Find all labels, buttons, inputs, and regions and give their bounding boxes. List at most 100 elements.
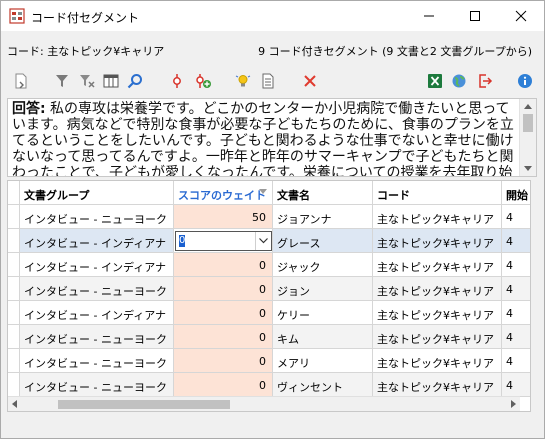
code-marker-button[interactable] (167, 71, 187, 91)
cell-doc[interactable]: ヴィンセント (273, 373, 373, 397)
segment-text-pane[interactable]: 回答: 私の専攻は栄養学です。どこかのセンターか小児病院で働きたいと思っています… (7, 98, 537, 177)
table-row[interactable]: インタビュー - ニューヨーク 0 キム 主なトピック¥キャリア 4 (8, 325, 530, 349)
cell-doc[interactable]: ジョアンナ (273, 205, 373, 229)
cell-group[interactable]: インタビュー - ニューヨーク (20, 205, 174, 229)
report-icon (262, 73, 274, 89)
cell-code[interactable]: 主なトピック¥キャリア (373, 253, 502, 277)
table-row[interactable]: インタビュー - ニューヨーク 0 ジョン 主なトピック¥キャリア 4 (8, 277, 530, 301)
column-header-weight[interactable]: スコアのウェイト (174, 181, 273, 205)
cell-code[interactable]: 主なトピック¥キャリア (373, 349, 502, 373)
column-header-start[interactable]: 開始 (502, 181, 530, 205)
cell-doc[interactable]: ジョン (273, 277, 373, 301)
cell-group[interactable]: インタビュー - インディアナ (20, 301, 174, 325)
cell-code[interactable]: 主なトピック¥キャリア (373, 301, 502, 325)
cell-group[interactable]: インタビュー - インディアナ (20, 253, 174, 277)
code-marker-icon (173, 74, 181, 88)
export-button[interactable] (475, 71, 495, 91)
weight-editor-combobox[interactable]: 0 (175, 231, 272, 251)
table-row[interactable]: インタビュー - ニューヨーク 0 ヴィンセント 主なトピック¥キャリア 4 (8, 373, 530, 397)
row-selector[interactable] (8, 277, 20, 301)
web-export-button[interactable] (449, 71, 469, 91)
document-arrow-button[interactable] (11, 71, 31, 91)
scroll-thumb[interactable] (523, 114, 533, 132)
cell-weight[interactable]: 0 (174, 229, 273, 253)
cell-start[interactable]: 4 (502, 229, 530, 253)
close-button[interactable] (498, 1, 544, 31)
scroll-down-icon[interactable] (524, 166, 532, 171)
row-selector[interactable] (8, 325, 20, 349)
delete-icon (304, 75, 316, 87)
cell-start[interactable]: 4 (502, 253, 530, 277)
table-row[interactable]: インタビュー - インディアナ 0 ケリー 主なトピック¥キャリア 4 (8, 301, 530, 325)
coded-segments-window: コード付セグメント コード: 主なトピック¥キャリア 9 コード付きセグメント … (0, 0, 545, 439)
cell-doc[interactable]: キム (273, 325, 373, 349)
sort-descending-icon (259, 189, 267, 194)
cell-start[interactable]: 4 (502, 373, 530, 397)
weight-editor-value[interactable]: 0 (179, 235, 185, 247)
table-row[interactable]: インタビュー - ニューヨーク 50 ジョアンナ 主なトピック¥キャリア 4 (8, 205, 530, 229)
cell-code[interactable]: 主なトピック¥キャリア (373, 229, 502, 253)
cell-code[interactable]: 主なトピック¥キャリア (373, 277, 502, 301)
cell-start[interactable]: 4 (502, 205, 530, 229)
info-button[interactable] (515, 71, 535, 91)
cell-weight[interactable]: 0 (174, 373, 273, 397)
cell-weight[interactable]: 0 (174, 325, 273, 349)
cell-group[interactable]: インタビュー - ニューヨーク (20, 325, 174, 349)
excel-icon (428, 74, 442, 88)
column-header-document[interactable]: 文書名 (273, 181, 373, 205)
cell-code[interactable]: 主なトピック¥キャリア (373, 373, 502, 397)
cell-start[interactable]: 4 (502, 277, 530, 301)
column-header-code[interactable]: コード (373, 181, 502, 205)
scroll-left-icon[interactable] (12, 400, 17, 408)
columns-button[interactable] (101, 71, 121, 91)
table-row[interactable]: インタビュー - インディアナ 0 ジャック 主なトピック¥キャリア 4 (8, 253, 530, 277)
clear-filter-button[interactable] (77, 71, 97, 91)
cell-group[interactable]: インタビュー - ニューヨーク (20, 277, 174, 301)
cell-group[interactable]: インタビュー - インディアナ (20, 229, 174, 253)
segment-text-label: 回答: (12, 101, 46, 117)
row-selector[interactable] (8, 301, 20, 325)
search-button[interactable] (125, 71, 145, 91)
column-header-group[interactable]: 文書グループ (20, 181, 174, 205)
cell-start[interactable]: 4 (502, 349, 530, 373)
row-selector[interactable] (8, 205, 20, 229)
cell-doc[interactable]: メアリ (273, 349, 373, 373)
minimize-button[interactable] (406, 1, 452, 31)
dropdown-button[interactable] (255, 232, 271, 250)
cell-weight[interactable]: 50 (174, 205, 273, 229)
maximize-button[interactable] (452, 1, 498, 31)
cell-weight[interactable]: 0 (174, 349, 273, 373)
search-icon (127, 74, 142, 89)
table-row[interactable]: インタビュー - インディアナ 0 グレース 主なトピック¥キャリア 4 (8, 229, 530, 253)
cell-start[interactable]: 4 (502, 301, 530, 325)
excel-export-button[interactable] (425, 71, 445, 91)
cell-group[interactable]: インタビュー - ニューヨーク (20, 373, 174, 397)
report-button[interactable] (258, 71, 278, 91)
cell-start[interactable]: 4 (502, 325, 530, 349)
cell-weight[interactable]: 0 (174, 277, 273, 301)
segment-text-body: 私の専攻は栄養学です。どこかのセンターか小児病院で働きたいと思っています。病気な… (12, 101, 514, 177)
scroll-up-icon[interactable] (524, 104, 532, 109)
horizontal-scroll-thumb[interactable] (58, 400, 230, 409)
row-selector[interactable] (8, 229, 20, 253)
cell-doc[interactable]: ジャック (273, 253, 373, 277)
scroll-right-icon[interactable] (511, 400, 516, 408)
cell-weight[interactable]: 0 (174, 253, 273, 277)
cell-weight[interactable]: 0 (174, 301, 273, 325)
cell-doc[interactable]: ケリー (273, 301, 373, 325)
cell-code[interactable]: 主なトピック¥キャリア (373, 325, 502, 349)
cell-code[interactable]: 主なトピック¥キャリア (373, 205, 502, 229)
row-selector[interactable] (8, 253, 20, 277)
lightbulb-button[interactable] (233, 71, 253, 91)
row-selector[interactable] (8, 373, 20, 397)
cell-group[interactable]: インタビュー - ニューヨーク (20, 349, 174, 373)
row-selector[interactable] (8, 349, 20, 373)
close-icon (515, 10, 527, 22)
delete-button[interactable] (300, 71, 320, 91)
horizontal-scrollbar[interactable] (8, 396, 520, 411)
text-vertical-scrollbar[interactable] (519, 99, 536, 176)
table-row[interactable]: インタビュー - ニューヨーク 0 メアリ 主なトピック¥キャリア 4 (8, 349, 530, 373)
cell-doc[interactable]: グレース (273, 229, 373, 253)
filter-button[interactable] (52, 71, 72, 91)
add-code-marker-button[interactable] (193, 71, 213, 91)
